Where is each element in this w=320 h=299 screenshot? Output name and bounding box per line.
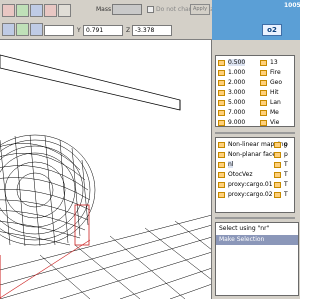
select-using-label: Select using "nr" (219, 225, 270, 232)
lod-list[interactable]: 0.500 1.000 2.000 3.000 5.000 7.000 9.00… (215, 55, 295, 127)
side-panel: 0.500 1.000 2.000 3.000 5.000 7.000 9.00… (212, 40, 300, 299)
list-item[interactable]: OtocVez (218, 170, 253, 180)
rotate-icon[interactable] (30, 4, 43, 17)
list-item[interactable]: 5.000 (218, 98, 245, 108)
make-selection-button[interactable]: Make Selection (216, 235, 298, 245)
lod-icon (260, 110, 267, 116)
list-item[interactable]: T (274, 180, 288, 190)
list-item[interactable]: Me (260, 108, 279, 118)
list-item[interactable]: Vie (260, 118, 279, 126)
lod-icon (260, 60, 267, 66)
list-item[interactable]: T (274, 190, 288, 200)
panel-divider[interactable] (215, 132, 295, 134)
selection-list[interactable]: Non-linear mapping Non-planar faces nl O… (215, 137, 295, 213)
selection-icon (274, 162, 281, 168)
lod-icon (218, 100, 225, 106)
camera-icon[interactable] (16, 23, 29, 36)
lod-icon (218, 110, 225, 116)
toolbar-top: Mass Do not change total m Apply (0, 0, 223, 20)
selection-icon (218, 182, 225, 188)
y-label: Y (77, 27, 81, 34)
lod-icon (218, 60, 225, 66)
selection-icon (274, 152, 281, 158)
list-item[interactable]: Fire (260, 68, 281, 78)
list-item[interactable]: 1.000 (218, 68, 245, 78)
3d-viewport[interactable] (0, 40, 212, 299)
selection-icon (218, 172, 225, 178)
list-item[interactable]: proxy:cargo.01 (218, 180, 273, 190)
list-item[interactable]: p (274, 140, 288, 150)
lod-icon (260, 100, 267, 106)
selection-icon (218, 162, 225, 168)
grid-icon[interactable] (30, 23, 43, 36)
mass-label: Mass (96, 6, 112, 13)
z-label: Z (126, 27, 131, 34)
selection-icon (218, 142, 225, 148)
scale-icon[interactable] (44, 4, 57, 17)
list-item[interactable]: Hit (260, 88, 279, 98)
x-coord-field[interactable] (44, 25, 74, 36)
selection-icon (274, 172, 281, 178)
list-item[interactable]: nl (218, 160, 234, 170)
select-using-panel: Select using "nr" Make Selection (215, 222, 299, 296)
list-item[interactable]: 9.000 (218, 118, 245, 126)
do-not-change-checkbox[interactable] (147, 6, 154, 13)
window-title: 1005 (284, 2, 301, 9)
selection-icon (274, 142, 281, 148)
list-item[interactable]: 3.000 (218, 88, 245, 98)
toolbar-coords: Y 0.791 Z -3.378 (0, 20, 212, 40)
lod-icon (260, 80, 267, 86)
y-coord-field[interactable]: 0.791 (83, 25, 123, 36)
list-item[interactable]: T (274, 160, 288, 170)
undo-icon[interactable] (2, 23, 15, 36)
list-item[interactable]: 7.000 (218, 108, 245, 118)
lod-icon (260, 120, 267, 126)
lod-icon (260, 70, 267, 76)
list-item[interactable]: 2.000 (218, 78, 245, 88)
list-item[interactable]: Non-planar faces (218, 150, 279, 160)
selection-icon (218, 152, 225, 158)
apply-button[interactable]: Apply (190, 4, 210, 15)
list-item[interactable]: Lan (260, 98, 281, 108)
wireframe-render (0, 54, 211, 299)
lod-icon (218, 90, 225, 96)
lod-icon (218, 70, 225, 76)
mass-field[interactable] (112, 4, 142, 15)
list-item[interactable]: p (274, 150, 288, 160)
list-item[interactable]: 13 (260, 58, 278, 68)
lod-icon (218, 80, 225, 86)
selection-icon (274, 192, 281, 198)
select-icon[interactable] (2, 4, 15, 17)
lod-icon (260, 90, 267, 96)
z-coord-field[interactable]: -3.378 (132, 25, 172, 36)
move-icon[interactable] (16, 4, 29, 17)
selection-icon (218, 192, 225, 198)
list-item[interactable]: 0.500 (218, 58, 246, 68)
app-logo: o2 (262, 24, 282, 36)
list-item[interactable]: proxy:cargo.02 (218, 190, 273, 200)
lod-icon (218, 120, 225, 126)
list-item[interactable]: T (274, 170, 288, 180)
lock-icon[interactable] (58, 4, 71, 17)
panel-divider[interactable] (215, 217, 295, 219)
selection-icon (274, 182, 281, 188)
list-item[interactable]: Geo (260, 78, 282, 88)
